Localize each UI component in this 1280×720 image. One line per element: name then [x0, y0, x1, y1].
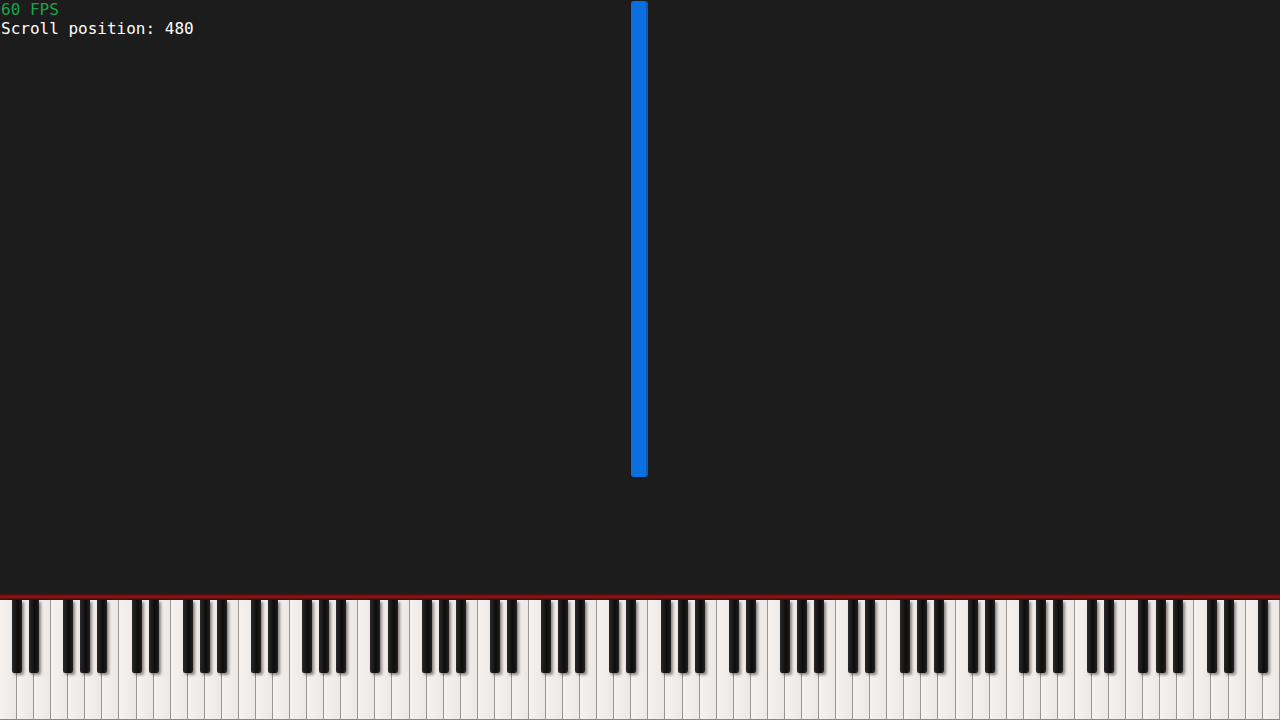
black-key[interactable]	[63, 600, 73, 673]
black-key[interactable]	[780, 600, 790, 673]
black-key[interactable]	[1207, 600, 1217, 673]
hud: 60 FPS Scroll position: 480	[0, 0, 194, 38]
fps-counter: 60 FPS	[1, 0, 194, 19]
black-key[interactable]	[1036, 600, 1046, 673]
black-key[interactable]	[29, 600, 39, 673]
black-key[interactable]	[183, 600, 193, 673]
black-key[interactable]	[558, 600, 568, 673]
black-key[interactable]	[1258, 600, 1268, 673]
black-key[interactable]	[12, 600, 22, 673]
black-key[interactable]	[729, 600, 739, 673]
black-key[interactable]	[302, 600, 312, 673]
black-key[interactable]	[678, 600, 688, 673]
black-key[interactable]	[934, 600, 944, 673]
black-key[interactable]	[968, 600, 978, 673]
black-key[interactable]	[814, 600, 824, 673]
black-key[interactable]	[797, 600, 807, 673]
black-key[interactable]	[865, 600, 875, 673]
scroll-position: Scroll position: 480	[1, 19, 194, 38]
black-key[interactable]	[1138, 600, 1148, 673]
black-key[interactable]	[439, 600, 449, 673]
black-key[interactable]	[575, 600, 585, 673]
black-key[interactable]	[609, 600, 619, 673]
black-key[interactable]	[268, 600, 278, 673]
black-key[interactable]	[1224, 600, 1234, 673]
black-key[interactable]	[80, 600, 90, 673]
black-key[interactable]	[661, 600, 671, 673]
black-key[interactable]	[319, 600, 329, 673]
black-key[interactable]	[626, 600, 636, 673]
black-key[interactable]	[1104, 600, 1114, 673]
black-key[interactable]	[388, 600, 398, 673]
black-key[interactable]	[900, 600, 910, 673]
black-key[interactable]	[456, 600, 466, 673]
black-key[interactable]	[132, 600, 142, 673]
note-bar	[631, 1, 647, 477]
black-key[interactable]	[370, 600, 380, 673]
black-key[interactable]	[848, 600, 858, 673]
black-key[interactable]	[1053, 600, 1063, 673]
black-key[interactable]	[1087, 600, 1097, 673]
black-key[interactable]	[541, 600, 551, 673]
note-roll: 60 FPS Scroll position: 480	[0, 0, 1280, 594]
piano-keyboard[interactable]	[0, 600, 1280, 720]
black-key[interactable]	[336, 600, 346, 673]
black-key[interactable]	[917, 600, 927, 673]
black-key[interactable]	[217, 600, 227, 673]
black-key[interactable]	[1173, 600, 1183, 673]
black-key[interactable]	[985, 600, 995, 673]
black-key[interactable]	[695, 600, 705, 673]
black-key[interactable]	[97, 600, 107, 673]
black-key[interactable]	[200, 600, 210, 673]
black-key[interactable]	[1019, 600, 1029, 673]
black-key[interactable]	[149, 600, 159, 673]
black-key[interactable]	[507, 600, 517, 673]
black-key[interactable]	[251, 600, 261, 673]
black-key[interactable]	[746, 600, 756, 673]
black-key[interactable]	[1156, 600, 1166, 673]
black-key[interactable]	[422, 600, 432, 673]
piano-visualizer: 60 FPS Scroll position: 480	[0, 0, 1280, 720]
black-key[interactable]	[490, 600, 500, 673]
